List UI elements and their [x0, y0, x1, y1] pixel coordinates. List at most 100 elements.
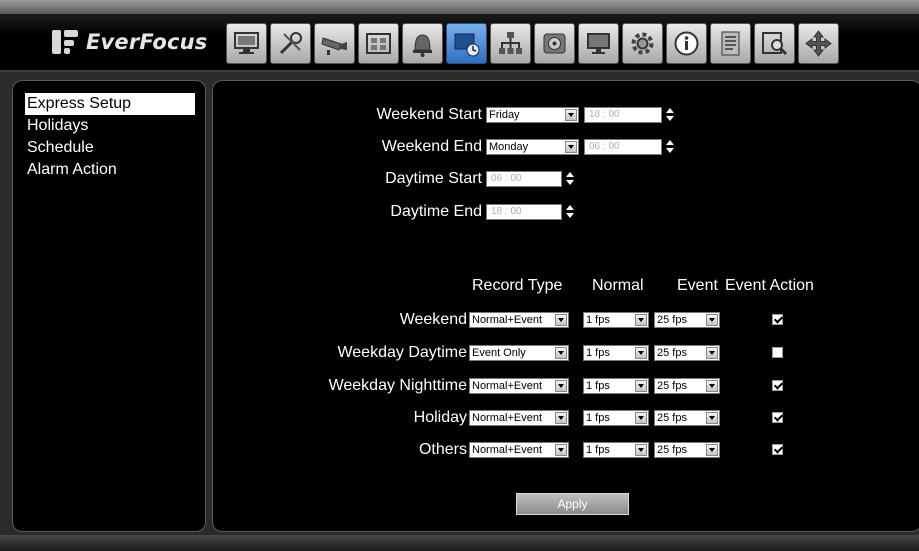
monitor-icon[interactable]	[226, 23, 267, 64]
chevron-down-icon	[706, 412, 718, 424]
record-type-header: Record Type	[472, 277, 563, 294]
sidebar-item-schedule[interactable]: Schedule	[25, 137, 195, 159]
arrow-down-icon	[566, 180, 574, 185]
logo-text: EverFocus	[86, 30, 208, 54]
sidebar-item-holidays[interactable]: Holidays	[25, 115, 195, 137]
weekend-start-time-spinner[interactable]	[666, 108, 674, 122]
weekday-nighttime-normal-fps-select[interactable]: 1 fps	[583, 378, 649, 394]
weekday-daytime-normal-fps-select[interactable]: 1 fps	[583, 345, 649, 361]
weekend-start-label: Weekend Start	[376, 106, 482, 123]
log-icon[interactable]	[710, 23, 751, 64]
weekend-end-time-spinner[interactable]	[666, 140, 674, 154]
record-icon[interactable]	[446, 23, 487, 64]
holiday-event-fps-select[interactable]: 25 fps	[654, 410, 720, 426]
select-value: 1 fps	[586, 314, 610, 326]
arrow-up-icon	[666, 140, 674, 145]
info-icon[interactable]	[666, 23, 707, 64]
weekend-start-time-field[interactable]: 18 : 00	[584, 107, 662, 123]
weekend-event-fps-select[interactable]: 25 fps	[654, 312, 720, 328]
display-icon[interactable]	[578, 23, 619, 64]
weekend-end-label: Weekend End	[381, 138, 482, 155]
chevron-down-icon	[706, 347, 718, 359]
weekend-record-type-select[interactable]: Normal+Event	[469, 312, 569, 328]
daytime-start-label: Daytime Start	[385, 170, 482, 187]
select-value: 25 fps	[657, 347, 687, 359]
chevron-down-icon	[635, 444, 647, 456]
row-label-holiday: Holiday	[413, 409, 467, 426]
row-label-others: Others	[418, 441, 467, 458]
weekday-nighttime-event-fps-select[interactable]: 25 fps	[654, 378, 720, 394]
sidebar-item-express-setup[interactable]: Express Setup	[25, 93, 195, 115]
bell-icon[interactable]	[402, 23, 443, 64]
chevron-down-icon	[565, 109, 577, 121]
chevron-down-icon	[635, 314, 647, 326]
select-value: Monday	[489, 141, 529, 153]
select-value: 25 fps	[657, 380, 687, 392]
tools-icon[interactable]	[270, 23, 311, 64]
others-normal-fps-select[interactable]: 1 fps	[583, 442, 649, 458]
row-label-weekend: Weekend	[399, 311, 467, 328]
others-event-fps-select[interactable]: 25 fps	[654, 442, 720, 458]
chevron-down-icon	[555, 314, 567, 326]
bottom-bar	[0, 535, 919, 551]
weekday-nighttime-event-action-checkbox[interactable]	[772, 380, 783, 391]
weekday-daytime-event-action-checkbox[interactable]	[772, 347, 783, 358]
daytime-start-time-spinner[interactable]	[566, 172, 574, 186]
others-event-action-checkbox[interactable]	[772, 444, 783, 455]
gear-icon[interactable]	[622, 23, 663, 64]
select-value: 1 fps	[586, 412, 610, 424]
chevron-down-icon	[635, 412, 647, 424]
weekday-daytime-record-type-select[interactable]: Event Only	[469, 345, 569, 361]
network-icon[interactable]	[490, 23, 531, 64]
weekday-nighttime-record-type-select[interactable]: Normal+Event	[469, 378, 569, 394]
chevron-down-icon	[635, 380, 647, 392]
select-value: 25 fps	[657, 412, 687, 424]
arrow-up-icon	[566, 205, 574, 210]
select-value: Normal+Event	[472, 380, 543, 392]
apply-button[interactable]: Apply	[516, 493, 629, 515]
daytime-end-label: Daytime End	[390, 203, 482, 220]
holiday-event-action-checkbox[interactable]	[772, 412, 783, 423]
weekend-end-time-field[interactable]: 06 : 00	[584, 139, 662, 155]
event-header: Event	[677, 277, 718, 294]
weekend-end-day-select[interactable]: Monday	[486, 139, 579, 155]
camera-icon[interactable]	[314, 23, 355, 64]
everfocus-logo-icon	[52, 30, 78, 54]
select-value: 25 fps	[657, 444, 687, 456]
arrow-down-icon	[666, 148, 674, 153]
event-action-header: Event Action	[725, 277, 814, 294]
daytime-end-time-spinner[interactable]	[566, 205, 574, 219]
arrow-down-icon	[666, 116, 674, 121]
chevron-down-icon	[706, 380, 718, 392]
daytime-end-time-field[interactable]: 18 : 00	[486, 204, 562, 220]
holiday-record-type-select[interactable]: Normal+Event	[469, 410, 569, 426]
daytime-start-time-field[interactable]: 06 : 00	[486, 171, 562, 187]
disk-icon[interactable]	[534, 23, 575, 64]
chevron-down-icon	[555, 412, 567, 424]
select-value: Friday	[489, 109, 520, 121]
chevron-down-icon	[706, 444, 718, 456]
select-value: 1 fps	[586, 444, 610, 456]
normal-header: Normal	[592, 277, 644, 294]
chevron-down-icon	[555, 347, 567, 359]
search-icon[interactable]	[754, 23, 795, 64]
holiday-normal-fps-select[interactable]: 1 fps	[583, 410, 649, 426]
weekend-normal-fps-select[interactable]: 1 fps	[583, 312, 649, 328]
select-value: 25 fps	[657, 314, 687, 326]
weekend-start-day-select[interactable]: Friday	[486, 107, 579, 123]
arrow-up-icon	[566, 172, 574, 177]
ptz-icon[interactable]	[798, 23, 839, 64]
arrow-up-icon	[666, 108, 674, 113]
select-value: Normal+Event	[472, 314, 543, 326]
weekday-daytime-event-fps-select[interactable]: 25 fps	[654, 345, 720, 361]
film-icon[interactable]	[358, 23, 399, 64]
others-record-type-select[interactable]: Normal+Event	[469, 442, 569, 458]
weekend-event-action-checkbox[interactable]	[772, 314, 783, 325]
chevron-down-icon	[706, 314, 718, 326]
chevron-down-icon	[555, 444, 567, 456]
sidebar-item-alarm-action[interactable]: Alarm Action	[25, 159, 195, 181]
chevron-down-icon	[565, 141, 577, 153]
row-label-weekday-nighttime: Weekday Nighttime	[328, 377, 467, 394]
chevron-down-icon	[555, 380, 567, 392]
chevron-down-icon	[635, 347, 647, 359]
